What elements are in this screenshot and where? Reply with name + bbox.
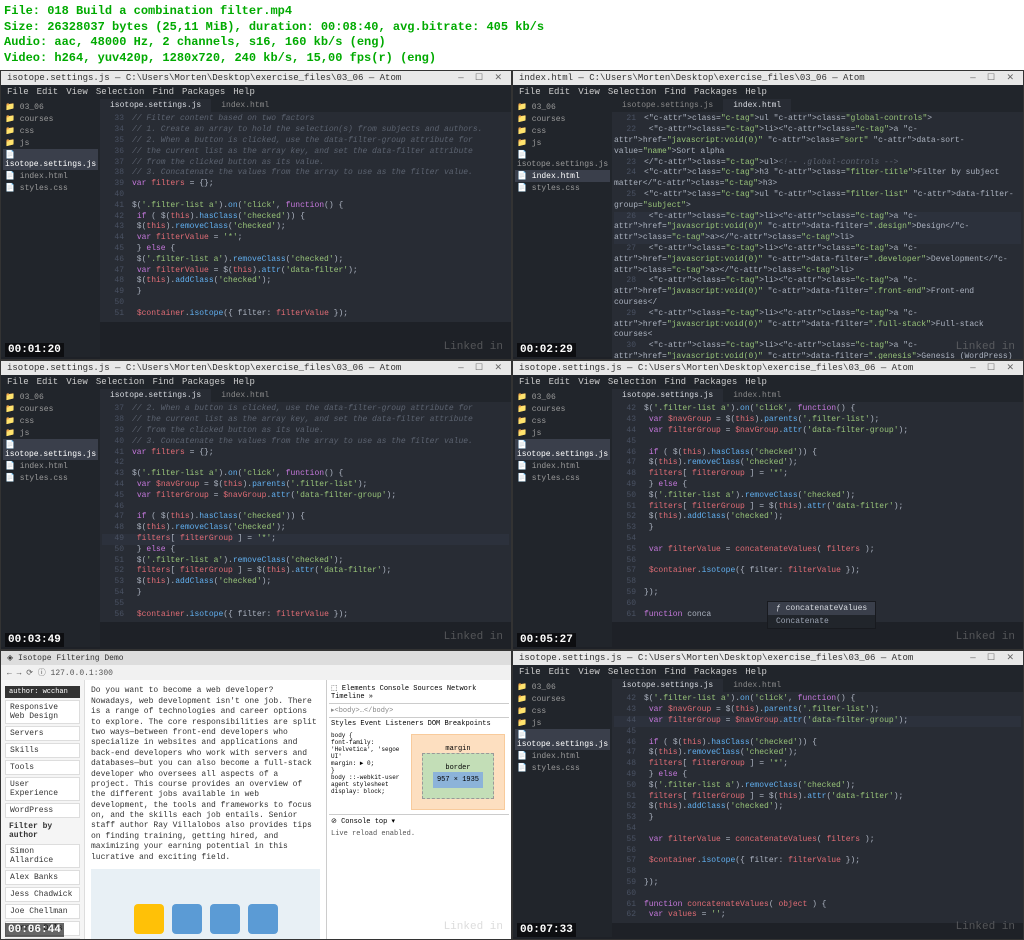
main-content: Do you want to become a web developer? N… [85,680,326,940]
box-model: marginborder957 × 1935 [411,734,505,810]
code-editor[interactable]: 42$('.filter-list a').on('click', functi… [612,692,1023,923]
menubar[interactable]: FileEditViewSelectionFindPackagesHelp [1,85,511,99]
frame-3: isotope.settings.js — C:\Users\Morten\De… [0,360,512,650]
window-titlebar: isotope.settings.js — C:\Users\Morten\De… [1,71,511,85]
file-metadata: File: 018 Build a combination filter.mp4… [0,0,1024,70]
filter-sidebar[interactable]: author: wcchan Responsive Web DesignServ… [1,680,85,940]
file-tree[interactable]: 📁 03_06 📁 courses 📁 css 📁 js 📄 isotope.s… [1,99,100,357]
watermark: Linked in [444,341,503,353]
frame-4: isotope.settings.js — C:\Users\Morten\De… [512,360,1024,650]
frame-6: isotope.settings.js — C:\Users\Morten\De… [512,650,1024,940]
code-editor[interactable]: 42$('.filter-list a').on('click', functi… [612,402,1023,622]
autocomplete-popup[interactable]: ƒ concatenateValues Concatenate [767,601,876,629]
devtools[interactable]: ⬚ Elements Console Sources Network Timel… [326,680,511,940]
browser-tab[interactable]: ◈ Isotope Filtering Demo [1,651,511,665]
timestamp: 00:01:20 [5,343,64,357]
frame-5: ◈ Isotope Filtering Demo ← → ⟳ ⓘ 127.0.0… [0,650,512,940]
window-controls[interactable]: — ☐ ✕ [458,73,505,83]
illustration [91,869,320,940]
frame-2: index.html — C:\Users\Morten\Desktop\exe… [512,70,1024,360]
frame-1: isotope.settings.js — C:\Users\Morten\De… [0,70,512,360]
code-editor[interactable]: 33// Filter content based on two factors… [100,112,511,321]
code-editor[interactable]: 21<"c-attr">class="c-tag">ul "c-attr">cl… [612,112,1023,360]
editor-tabs[interactable]: isotope.settings.jsindex.html [100,99,511,112]
address-bar[interactable]: ← → ⟳ ⓘ 127.0.0.1:300 [1,665,511,680]
autocomplete-item[interactable]: ƒ concatenateValues [768,602,875,615]
code-editor[interactable]: 37// 2. When a button is clicked, use th… [100,402,511,622]
autocomplete-item[interactable]: Concatenate [768,615,875,628]
